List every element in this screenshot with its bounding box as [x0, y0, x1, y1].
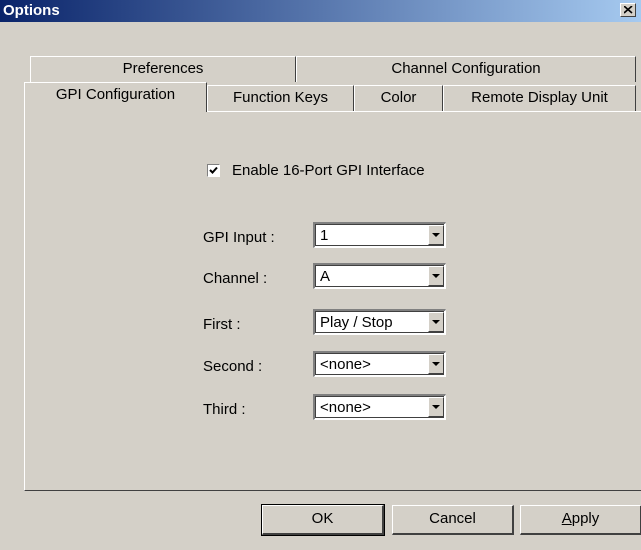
- close-button[interactable]: [620, 3, 636, 17]
- close-icon: [624, 6, 633, 14]
- tab-function-keys[interactable]: Function Keys: [207, 85, 354, 111]
- third-select[interactable]: <none>: [313, 394, 446, 420]
- tab-label: Color: [380, 89, 417, 106]
- tab-preferences[interactable]: Preferences: [30, 56, 296, 82]
- chevron-down-icon: [432, 362, 440, 366]
- second-label: Second :: [203, 358, 263, 375]
- second-dropdown-button[interactable]: [428, 354, 444, 374]
- enable-gpi-checkbox[interactable]: [207, 164, 220, 177]
- gpi-input-dropdown-button[interactable]: [428, 225, 444, 245]
- ok-button[interactable]: OK: [261, 504, 385, 536]
- window-title: Options: [3, 2, 60, 19]
- first-select[interactable]: Play / Stop: [313, 309, 446, 335]
- tab-remote-display-unit[interactable]: Remote Display Unit: [443, 85, 636, 111]
- tab-gpi-configuration[interactable]: GPI Configuration: [24, 82, 207, 112]
- enable-gpi-checkbox-row[interactable]: Enable 16-Port GPI Interface: [207, 162, 425, 179]
- chevron-down-icon: [432, 405, 440, 409]
- channel-dropdown-button[interactable]: [428, 266, 444, 286]
- ok-button-label: OK: [311, 510, 334, 527]
- apply-button[interactable]: Apply: [520, 505, 641, 535]
- checkmark-icon: [209, 166, 218, 174]
- title-bar[interactable]: Options: [0, 0, 641, 22]
- tab-color[interactable]: Color: [354, 85, 443, 111]
- enable-gpi-label: Enable 16-Port GPI Interface: [232, 162, 425, 179]
- apply-label-rest: pply: [571, 510, 600, 527]
- gpi-input-label: GPI Input :: [203, 229, 275, 246]
- first-value: Play / Stop: [320, 314, 393, 331]
- tab-label: Function Keys: [232, 89, 329, 106]
- first-label: First :: [203, 316, 241, 333]
- chevron-down-icon: [432, 233, 440, 237]
- tab-label: Remote Display Unit: [471, 89, 608, 106]
- tab-label: Preferences: [122, 60, 204, 77]
- chevron-down-icon: [432, 274, 440, 278]
- tab-label: GPI Configuration: [55, 86, 176, 103]
- third-dropdown-button[interactable]: [428, 397, 444, 417]
- gpi-input-select[interactable]: 1: [313, 222, 446, 248]
- apply-button-label: Apply: [562, 510, 600, 527]
- tab-channel-configuration[interactable]: Channel Configuration: [296, 56, 636, 82]
- second-value: <none>: [320, 356, 371, 373]
- first-dropdown-button[interactable]: [428, 312, 444, 332]
- apply-accelerator: A: [561, 510, 572, 527]
- cancel-button-label: Cancel: [429, 510, 476, 527]
- second-select[interactable]: <none>: [313, 351, 446, 377]
- gpi-input-value: 1: [320, 227, 329, 244]
- channel-label: Channel :: [203, 270, 268, 287]
- third-value: <none>: [320, 399, 371, 416]
- third-label: Third :: [203, 401, 246, 418]
- tab-label: Channel Configuration: [391, 60, 541, 77]
- chevron-down-icon: [432, 320, 440, 324]
- channel-value: A: [320, 268, 331, 285]
- channel-select[interactable]: A: [313, 263, 446, 289]
- cancel-button[interactable]: Cancel: [392, 505, 514, 535]
